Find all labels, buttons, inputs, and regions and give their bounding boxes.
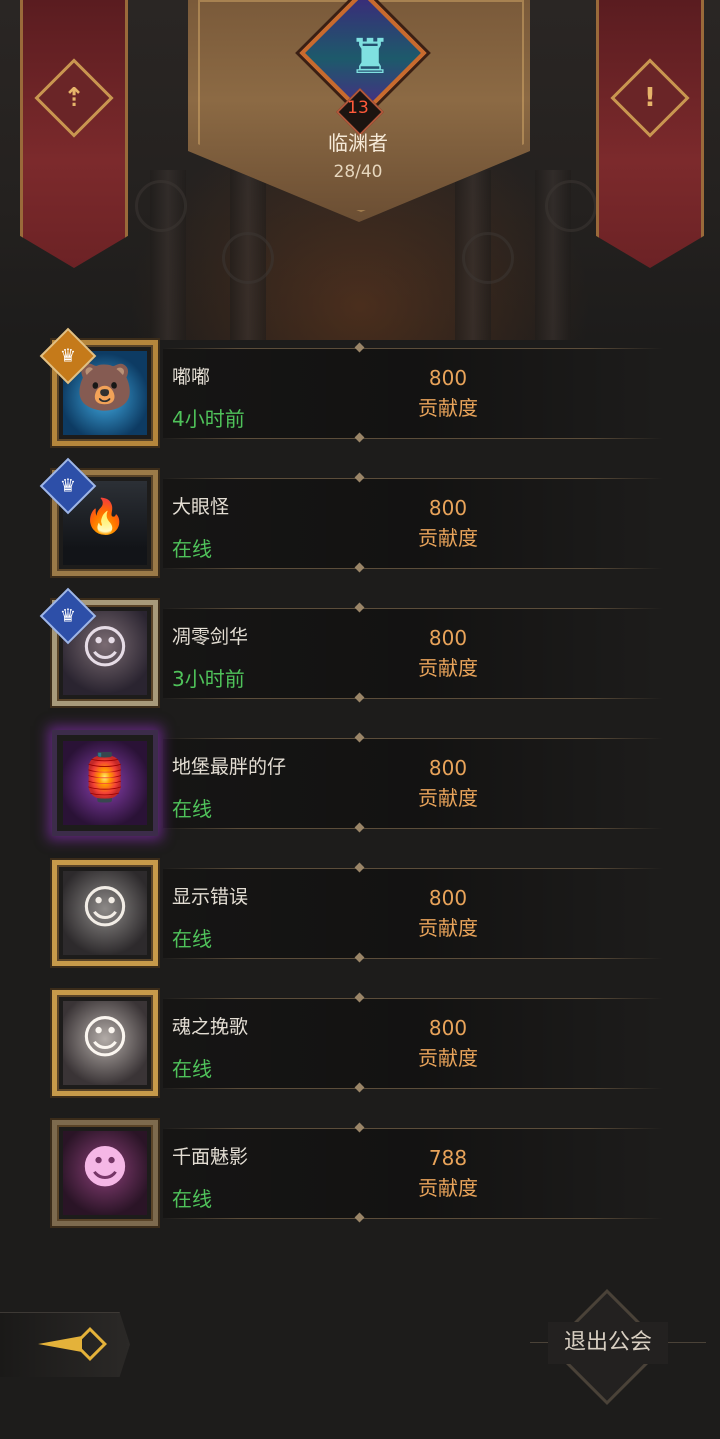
member-name: 嘟嘟 [172, 366, 211, 388]
contribution-label: 贡献度 [418, 1046, 478, 1070]
purple-lantern-icon: 🏮 [76, 750, 134, 804]
contribution-label: 贡献度 [418, 656, 478, 680]
hooded-figure-icon: ♜ [348, 29, 392, 85]
member-row[interactable]: ☺ 魂之挽歌 在线 800 贡献度 [0, 990, 720, 1128]
member-contribution: 788 [428, 1146, 468, 1170]
member-name: 凋零剑华 [172, 626, 249, 648]
member-status: 在线 [172, 1057, 212, 1081]
member-avatar[interactable]: ☺ [52, 860, 158, 966]
member-contribution: 800 [428, 1016, 468, 1040]
rose-window [545, 180, 597, 232]
member-name: 魂之挽歌 [172, 1016, 249, 1038]
guild-member-count: 28/40 [333, 162, 383, 182]
member-row[interactable]: 🐻 ♛ 嘟嘟 4小时前 800 贡献度 [0, 327, 720, 478]
member-contribution: 800 [428, 756, 468, 780]
contribution-label: 贡献度 [418, 396, 478, 420]
member-name: 显示错误 [172, 886, 249, 908]
member-last-online: 3小时前 [172, 667, 245, 691]
member-contribution: 800 [428, 496, 468, 520]
left-banner-button[interactable]: ⇡ [20, 0, 128, 268]
rose-window [462, 232, 514, 284]
member-name: 大眼怪 [172, 496, 230, 518]
crowned-maiden-icon: ☺ [81, 880, 129, 934]
member-status: 在线 [172, 797, 212, 821]
member-status: 在线 [172, 537, 212, 561]
guild-name: 临渊者 [328, 131, 388, 155]
contribution-label: 贡献度 [418, 916, 478, 940]
member-contribution: 800 [428, 886, 468, 910]
member-row[interactable]: ☺ ♛ 凋零剑华 3小时前 800 贡献度 [0, 587, 720, 738]
contribution-label: 贡献度 [418, 786, 478, 810]
right-banner-button[interactable]: ǃ [596, 0, 704, 268]
contribution-label: 贡献度 [418, 1176, 478, 1200]
member-contribution: 800 [428, 626, 468, 650]
member-row[interactable]: ☺ 显示错误 在线 800 贡献度 [0, 860, 720, 998]
guild-level: 13 [347, 98, 369, 118]
white-haired-woman-icon: ☺ [81, 1010, 129, 1064]
member-avatar[interactable]: ☺ [52, 990, 158, 1096]
member-status: 在线 [172, 927, 212, 951]
contribution-label: 贡献度 [418, 526, 478, 550]
guild-info-icon: ǃ [610, 58, 690, 138]
leave-guild-button[interactable]: 退出公会 [548, 1322, 668, 1364]
rose-window [135, 180, 187, 232]
member-row[interactable]: 🔥 ♛ 大眼怪 在线 800 贡献度 [0, 457, 720, 608]
member-avatar[interactable]: ☻ [52, 1120, 158, 1226]
member-name: 地堡最胖的仔 [172, 756, 287, 778]
guild-emblem-icon: ⇡ [34, 58, 114, 138]
member-last-online: 4小时前 [172, 407, 245, 431]
rose-window [222, 232, 274, 284]
member-contribution: 800 [428, 366, 468, 390]
member-name: 千面魅影 [172, 1146, 249, 1168]
member-row[interactable]: 🏮 地堡最胖的仔 在线 800 贡献度 [0, 730, 720, 868]
member-status: 在线 [172, 1187, 212, 1211]
member-row[interactable]: ☻ 千面魅影 在线 788 贡献度 [0, 1120, 720, 1258]
masked-phantom-icon: ☻ [81, 1140, 129, 1194]
member-avatar[interactable]: 🏮 [52, 730, 158, 836]
